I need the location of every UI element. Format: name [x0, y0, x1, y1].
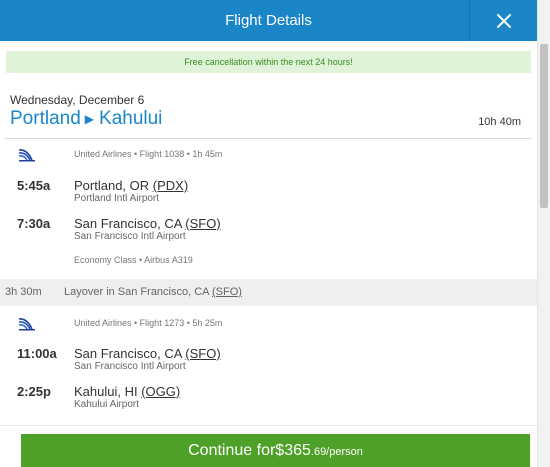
segment-2-depart-code[interactable]: (SFO): [185, 346, 220, 361]
layover-location: Layover in San Francisco, CA: [64, 286, 209, 298]
close-icon: [496, 13, 511, 28]
segment-1-arrive-airport: San Francisco Intl Airport: [74, 231, 186, 242]
scrollbar-thumb[interactable]: [540, 44, 548, 208]
cancellation-notice: Free cancellation within the next 24 hou…: [6, 51, 531, 73]
continue-button[interactable]: Continue for $365 .69/person: [21, 434, 530, 467]
segment-2-arrive-city: Kahului, HI: [74, 384, 138, 399]
header-bar: Flight Details: [0, 0, 537, 41]
flight-details-content[interactable]: Free cancellation within the next 24 hou…: [0, 41, 537, 425]
trip-date: Wednesday, December 6: [10, 93, 145, 107]
footer-bar: Continue for $365 .69/person: [0, 425, 537, 467]
continue-label: Continue for: [188, 442, 276, 459]
trip-route: Portland ▶ Kahului: [10, 108, 162, 130]
price-cents: .69/person: [310, 446, 363, 458]
segment-2-depart-time: 11:00a: [17, 346, 57, 361]
segment-2-meta: United Airlines • Flight 1273 • 5h 25m: [74, 318, 223, 328]
divider: [5, 138, 531, 139]
trip-duration: 10h 40m: [478, 116, 521, 128]
layover-code[interactable]: (SFO): [212, 286, 242, 298]
segment-1-depart-city: Portland, OR: [74, 178, 150, 193]
destination-city: Kahului: [99, 108, 163, 129]
segment-2-depart-place: San Francisco, CA (SFO): [74, 346, 221, 361]
layover-text: Layover in San Francisco, CA (SFO): [64, 279, 242, 306]
segment-1-arrive-city: San Francisco, CA: [74, 216, 182, 231]
segment-1-arrive-place: San Francisco, CA (SFO): [74, 216, 221, 231]
segment-2-depart-airport: San Francisco Intl Airport: [74, 361, 186, 372]
page-title: Flight Details: [225, 12, 312, 29]
segment-2-arrive-place: Kahului, HI (OGG): [74, 384, 180, 399]
segment-1-depart-place: Portland, OR (PDX): [74, 178, 188, 193]
layover-row: 3h 30m Layover in San Francisco, CA (SFO…: [0, 279, 537, 306]
segment-1-arrive-code[interactable]: (SFO): [185, 216, 220, 231]
route-arrow-icon: ▶: [84, 112, 95, 126]
segment-1-depart-time: 5:45a: [17, 178, 51, 193]
united-airlines-logo: [18, 149, 35, 162]
segment-2-arrive-time: 2:25p: [17, 384, 51, 399]
segment-1-depart-code[interactable]: (PDX): [153, 178, 188, 193]
segment-2-arrive-airport: Kahului Airport: [74, 399, 140, 410]
segment-1-depart-airport: Portland Intl Airport: [74, 193, 160, 204]
segment-2-depart-city: San Francisco, CA: [74, 346, 182, 361]
segment-1-arrive-time: 7:30a: [17, 216, 51, 231]
layover-duration: 3h 30m: [5, 286, 42, 298]
segment-2-arrive-code[interactable]: (OGG): [141, 384, 180, 399]
origin-city: Portland: [10, 108, 81, 129]
close-button[interactable]: [469, 0, 537, 41]
united-airlines-logo: [18, 318, 35, 331]
segment-1-meta: United Airlines • Flight 1038 • 1h 45m: [74, 149, 223, 159]
price-main: $365: [275, 442, 311, 459]
segment-1-cabin: Economy Class • Airbus A319: [74, 255, 193, 265]
